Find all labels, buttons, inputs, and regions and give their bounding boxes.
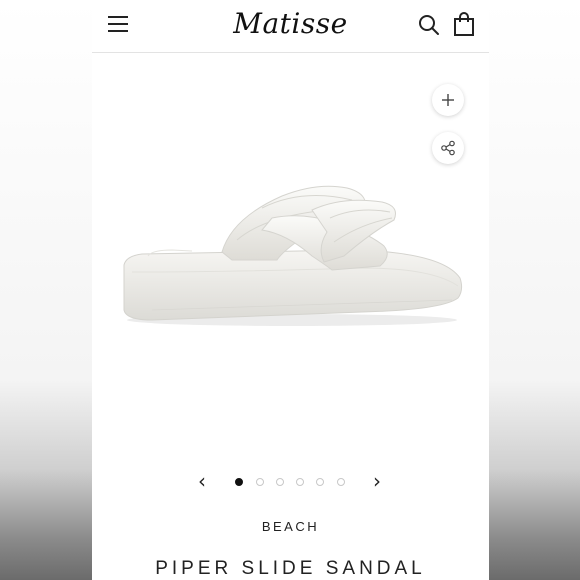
carousel-dot[interactable]: [316, 478, 324, 486]
carousel-dot[interactable]: [256, 478, 264, 486]
mobile-product-page: Matisse ‹ › BEACH PIPER SLIDE SANDAL: [92, 0, 489, 580]
carousel-dot[interactable]: [235, 478, 243, 486]
hamburger-menu-icon[interactable]: [108, 14, 130, 34]
product-title: PIPER SLIDE SANDAL: [155, 558, 426, 579]
search-icon[interactable]: [418, 14, 440, 36]
plus-icon: [442, 94, 454, 106]
brand-logo[interactable]: Matisse: [222, 4, 359, 44]
chevron-right-icon[interactable]: ›: [367, 470, 387, 494]
share-icon: [441, 140, 455, 156]
product-collection-link[interactable]: BEACH: [92, 519, 489, 534]
carousel-dot[interactable]: [296, 478, 304, 486]
shopping-bag-icon[interactable]: [453, 12, 475, 36]
zoom-button[interactable]: [432, 84, 464, 116]
carousel-dot[interactable]: [337, 478, 345, 486]
image-carousel-nav: ‹ ›: [192, 470, 392, 494]
site-header: Matisse: [92, 0, 489, 53]
chevron-left-icon[interactable]: ‹: [192, 470, 212, 494]
product-image[interactable]: [112, 160, 472, 340]
carousel-dot[interactable]: [276, 478, 284, 486]
